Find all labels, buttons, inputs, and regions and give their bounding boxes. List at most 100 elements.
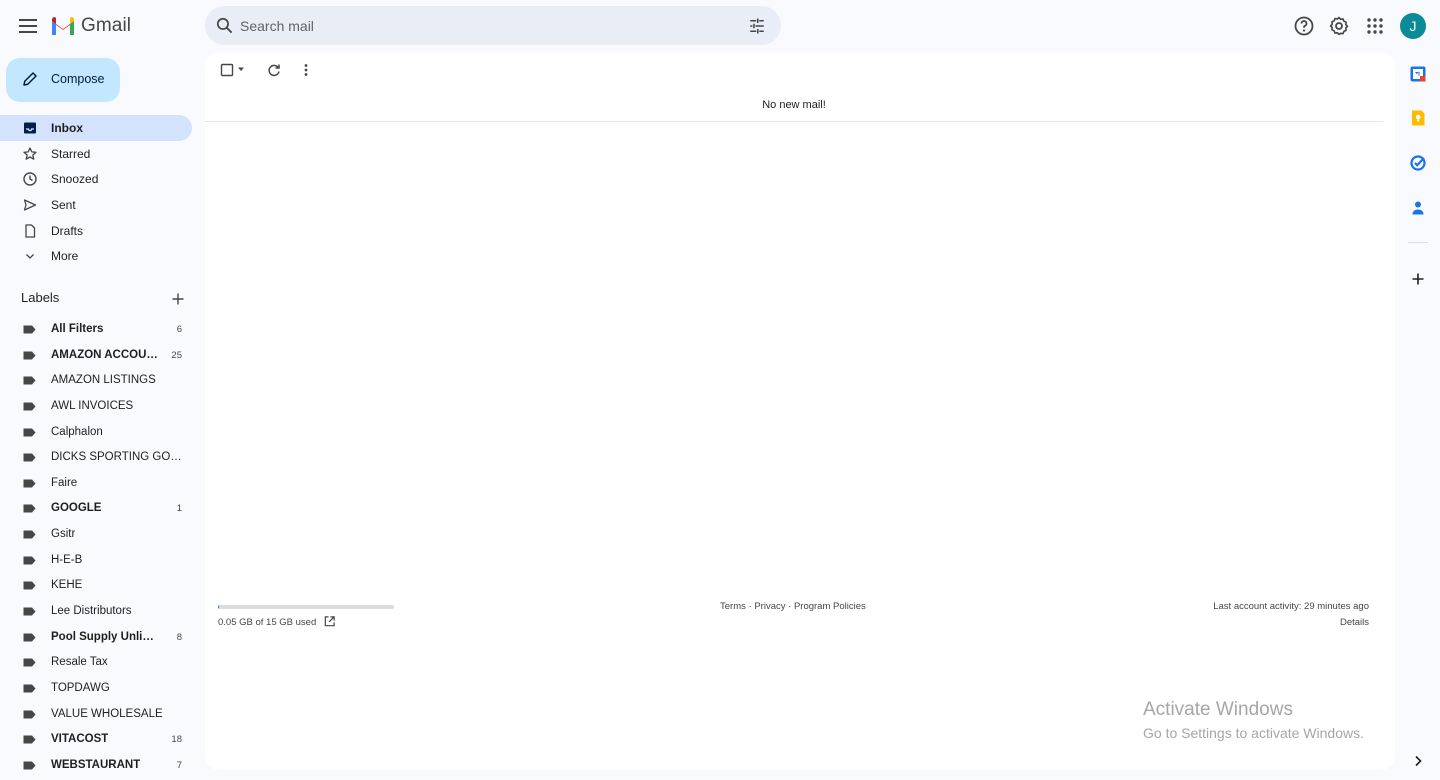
label-item[interactable]: VITACOST 18: [0, 726, 192, 752]
label-tag-icon: [23, 684, 36, 693]
select-all-checkbox[interactable]: [220, 63, 234, 77]
search-input[interactable]: [240, 6, 740, 45]
label-name: VALUE WHOLESALE: [51, 707, 163, 720]
label-item[interactable]: Lee Distributors: [0, 598, 192, 624]
label-item[interactable]: AWL INVOICES: [0, 393, 192, 419]
label-name: All Filters: [51, 323, 104, 335]
label-tag-icon: [23, 402, 36, 411]
privacy-link[interactable]: Privacy: [754, 601, 785, 612]
label-tag-icon: [23, 376, 36, 385]
label-item[interactable]: Pool Supply Unlimited 8: [0, 624, 192, 650]
add-label-icon[interactable]: [170, 291, 186, 307]
search-options-icon[interactable]: [748, 17, 766, 35]
apps-grid-icon[interactable]: [1363, 14, 1387, 38]
nav-item-drafts[interactable]: Drafts: [0, 218, 192, 244]
label-item[interactable]: H-E-B: [0, 547, 192, 573]
label-tag-icon: [23, 325, 36, 334]
open-in-new-icon[interactable]: [323, 615, 336, 628]
label-item[interactable]: Gsitr: [0, 521, 192, 547]
search-bar[interactable]: [205, 6, 781, 45]
label-item[interactable]: WEBSTAURANT 7: [0, 752, 192, 778]
calendar-icon[interactable]: [1409, 65, 1427, 83]
label-tag-icon: [23, 453, 36, 462]
label-item[interactable]: Calphalon: [0, 419, 192, 445]
gmail-logo[interactable]: Gmail: [50, 14, 131, 38]
label-name: WEBSTAURANT: [51, 758, 141, 771]
side-panel-divider: [1408, 242, 1428, 243]
windows-activation-subtitle: Go to Settings to activate Windows.: [1143, 725, 1364, 741]
label-unread-count: 25: [171, 349, 182, 361]
nav-item-more[interactable]: More: [0, 243, 192, 269]
main-nav: Inbox Starred Snoozed Sent Drafts More: [0, 115, 192, 269]
nav-item-inbox[interactable]: Inbox: [0, 115, 192, 141]
label-tag-icon: [23, 735, 36, 744]
storage-usage-text: 0.05 GB of 15 GB used: [218, 617, 317, 628]
tasks-icon[interactable]: [1409, 154, 1427, 172]
label-name: Gsitr: [51, 528, 76, 541]
label-item[interactable]: Faire: [0, 470, 192, 496]
label-item[interactable]: DICKS SPORTING GOODS: [0, 444, 192, 470]
label-name: VITACOST: [51, 733, 109, 746]
label-item[interactable]: GOOGLE 1: [0, 495, 192, 521]
label-tag-icon: [23, 351, 36, 360]
footer-separator: ·: [785, 601, 794, 612]
last-account-activity: Last account activity: 29 minutes ago: [1213, 601, 1369, 612]
keep-icon[interactable]: [1409, 109, 1427, 127]
label-name: H-E-B: [51, 553, 83, 566]
label-item[interactable]: AMAZON ACCOUNT 25: [0, 342, 192, 368]
nav-label: Snoozed: [51, 172, 99, 187]
activity-details-link[interactable]: Details: [1340, 617, 1369, 628]
label-name: Resale Tax: [51, 656, 108, 669]
help-icon[interactable]: [1292, 14, 1316, 38]
empty-inbox-message: No new mail!: [762, 99, 826, 111]
chevron-right-icon[interactable]: [1409, 752, 1427, 770]
main-menu-icon[interactable]: [16, 14, 40, 38]
storage-bar-fill: [218, 605, 220, 609]
label-tag-icon: [23, 479, 36, 488]
label-name: Calphalon: [51, 425, 103, 438]
label-name: Lee Distributors: [51, 605, 132, 618]
select-dropdown-icon[interactable]: [236, 64, 246, 74]
more-vert-icon[interactable]: [298, 62, 314, 78]
message-list-panel: No new mail! 0.05 GB of 15 GB used Terms…: [205, 52, 1395, 770]
star-icon: [23, 147, 37, 160]
label-item[interactable]: KEHE: [0, 572, 192, 598]
terms-link[interactable]: Terms: [720, 601, 746, 612]
refresh-icon[interactable]: [266, 62, 282, 78]
nav-label: Sent: [51, 197, 76, 212]
label-tag-icon: [23, 761, 36, 770]
label-name: DICKS SPORTING GOODS: [51, 451, 183, 464]
label-tag-icon: [23, 710, 36, 719]
storage-bar: [218, 605, 394, 609]
contacts-icon[interactable]: [1409, 199, 1427, 217]
draft-icon: [25, 224, 36, 238]
nav-label: Drafts: [51, 223, 84, 238]
nav-label: Starred: [51, 146, 91, 161]
nav-item-starred[interactable]: Starred: [0, 141, 192, 167]
label-name: GOOGLE: [51, 502, 102, 515]
label-item[interactable]: All Filters 6: [0, 316, 192, 342]
label-name: KEHE: [51, 579, 83, 592]
nav-item-sent[interactable]: Sent: [0, 192, 192, 218]
account-avatar[interactable]: J: [1400, 13, 1426, 39]
top-bar: Gmail J: [0, 0, 1440, 52]
label-tag-icon: [23, 581, 36, 590]
inbox-icon: [24, 122, 36, 134]
label-unread-count: 18: [171, 734, 182, 746]
footer-links: Terms · Privacy · Program Policies: [720, 601, 866, 612]
label-item[interactable]: Resale Tax: [0, 649, 192, 675]
label-tag-icon: [23, 556, 36, 565]
label-item[interactable]: VALUE WHOLESALE: [0, 701, 192, 727]
program-policies-link[interactable]: Program Policies: [794, 601, 866, 612]
label-item[interactable]: AMAZON LISTINGS: [0, 367, 192, 393]
labels-heading: Labels: [21, 290, 60, 305]
compose-label: Compose: [51, 72, 105, 86]
search-icon[interactable]: [215, 16, 234, 35]
compose-button[interactable]: Compose: [6, 58, 120, 102]
label-item[interactable]: TOPDAWG: [0, 675, 192, 701]
add-addon-icon[interactable]: [1409, 270, 1427, 288]
nav-item-snoozed[interactable]: Snoozed: [0, 166, 192, 192]
gmail-m-icon: [52, 17, 74, 35]
list-divider: [205, 121, 1383, 122]
settings-gear-icon[interactable]: [1327, 14, 1351, 38]
